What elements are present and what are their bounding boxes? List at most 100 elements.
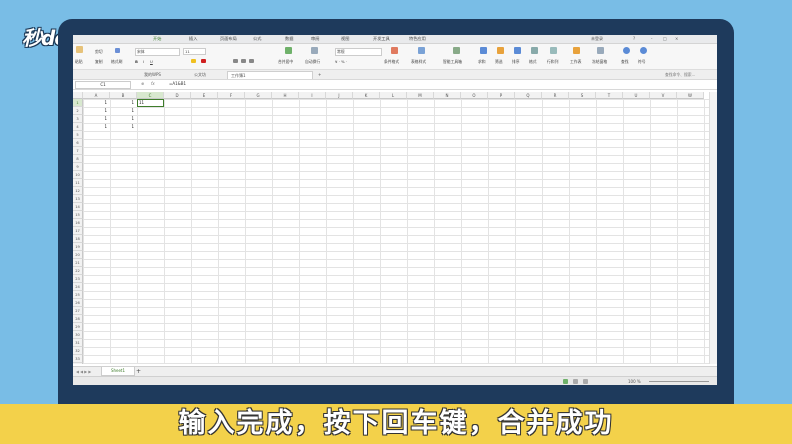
format-painter-icon[interactable] <box>115 48 120 53</box>
toolbox-button[interactable]: 智能工具箱 <box>443 59 462 65</box>
menu-item-8[interactable]: 特色应用 <box>409 36 426 42</box>
zoom-icon[interactable]: ⊕ <box>141 81 144 87</box>
conditional-format-icon[interactable] <box>391 47 398 54</box>
align-center-icon[interactable] <box>241 59 246 63</box>
symbol-button[interactable]: 符号 <box>638 59 646 65</box>
row-header-33[interactable]: 33 <box>73 355 83 363</box>
conditional-format-button[interactable]: 条件格式 <box>384 59 399 65</box>
row-header-9[interactable]: 9 <box>73 163 83 171</box>
column-header-W[interactable]: W <box>677 92 704 99</box>
row-header-2[interactable]: 2 <box>73 107 83 115</box>
sheet-tab-sheet1[interactable]: Sheet1 <box>101 367 135 376</box>
column-header-E[interactable]: E <box>191 92 218 99</box>
sort-button[interactable]: 排序 <box>512 59 520 65</box>
merge-center-button[interactable]: 合并居中 <box>278 59 293 65</box>
name-box[interactable]: C1 <box>75 81 131 89</box>
column-header-R[interactable]: R <box>542 92 569 99</box>
row-header-34[interactable]: 34 <box>73 363 83 364</box>
new-tab-button[interactable]: + <box>315 71 324 78</box>
zoom-slider[interactable] <box>649 381 709 382</box>
row-header-16[interactable]: 16 <box>73 219 83 227</box>
row-header-20[interactable]: 20 <box>73 251 83 259</box>
paste-button[interactable]: 粘贴 <box>75 59 83 65</box>
symbol-icon[interactable] <box>640 47 647 54</box>
row-header-4[interactable]: 4 <box>73 123 83 131</box>
column-header-C[interactable]: C <box>137 92 164 99</box>
sort-icon[interactable] <box>514 47 521 54</box>
column-header-T[interactable]: T <box>596 92 623 99</box>
row-header-3[interactable]: 3 <box>73 115 83 123</box>
worksheet-icon[interactable] <box>573 47 580 54</box>
row-header-12[interactable]: 12 <box>73 187 83 195</box>
bold-button[interactable]: B <box>135 59 138 64</box>
cell-B3[interactable]: 1 <box>110 115 134 123</box>
cell-A3[interactable]: 1 <box>83 115 107 123</box>
menu-item-6[interactable]: 视图 <box>341 36 349 42</box>
row-header-21[interactable]: 21 <box>73 259 83 267</box>
toolbox-icon[interactable] <box>453 47 460 54</box>
align-right-icon[interactable] <box>249 59 254 63</box>
row-header-13[interactable]: 13 <box>73 195 83 203</box>
font-size-select[interactable]: 11 <box>183 48 206 55</box>
tab-gongwenfang[interactable]: 公文坊 <box>191 71 209 78</box>
fx-icon[interactable]: fx <box>151 81 155 87</box>
format-icon[interactable] <box>531 47 538 54</box>
paste-icon[interactable] <box>76 46 83 53</box>
align-left-icon[interactable] <box>233 59 238 63</box>
percent-button[interactable]: ¥ · % · <box>335 59 347 64</box>
vertical-scrollbar[interactable] <box>709 92 717 364</box>
command-search-input[interactable]: 查找命令、搜索... <box>665 72 695 78</box>
sheet-nav-arrows[interactable]: ◀ ◀ ▶ ▶ <box>76 369 91 374</box>
row-header-5[interactable]: 5 <box>73 131 83 139</box>
column-header-H[interactable]: H <box>272 92 299 99</box>
row-header-6[interactable]: 6 <box>73 139 83 147</box>
tab-my-wps[interactable]: 我的WPS <box>141 71 164 78</box>
underline-button[interactable]: U <box>150 59 153 64</box>
row-header-30[interactable]: 30 <box>73 331 83 339</box>
row-header-18[interactable]: 18 <box>73 235 83 243</box>
copy-button[interactable]: 复制 <box>95 59 103 65</box>
page-layout-icon[interactable] <box>573 379 578 384</box>
page-break-icon[interactable] <box>583 379 588 384</box>
column-header-G[interactable]: G <box>245 92 272 99</box>
row-header-15[interactable]: 15 <box>73 211 83 219</box>
wrap-text-icon[interactable] <box>311 47 318 54</box>
menu-item-2[interactable]: 页面布局 <box>220 36 237 42</box>
column-header-J[interactable]: J <box>326 92 353 99</box>
row-header-26[interactable]: 26 <box>73 299 83 307</box>
menu-item-3[interactable]: 公式 <box>253 36 261 42</box>
format-painter-button[interactable]: 格式刷 <box>111 59 122 65</box>
row-header-10[interactable]: 10 <box>73 171 83 179</box>
find-button[interactable]: 查找 <box>621 59 629 65</box>
worksheet-button[interactable]: 工作表 <box>570 59 581 65</box>
column-header-L[interactable]: L <box>380 92 407 99</box>
menu-item-0[interactable]: 开始 <box>153 36 161 42</box>
row-header-14[interactable]: 14 <box>73 203 83 211</box>
window-control-4[interactable]: × <box>675 36 678 41</box>
cell-B4[interactable]: 1 <box>110 123 134 131</box>
row-header-23[interactable]: 23 <box>73 275 83 283</box>
row-col-icon[interactable] <box>550 47 557 54</box>
column-header-Q[interactable]: Q <box>515 92 542 99</box>
column-header-B[interactable]: B <box>110 92 137 99</box>
window-control-2[interactable]: - <box>651 36 652 41</box>
format-button[interactable]: 格式 <box>529 59 537 65</box>
row-header-29[interactable]: 29 <box>73 323 83 331</box>
filter-button[interactable]: 筛选 <box>495 59 503 65</box>
column-header-N[interactable]: N <box>434 92 461 99</box>
fill-color-icon[interactable] <box>191 59 196 63</box>
sum-button[interactable]: 求和 <box>478 59 486 65</box>
merge-center-icon[interactable] <box>285 47 292 54</box>
wrap-text-button[interactable]: 自动换行 <box>305 59 320 65</box>
add-sheet-button[interactable]: + <box>136 368 141 375</box>
formula-input[interactable]: =A1&B1 <box>169 81 186 87</box>
cell-B2[interactable]: 1 <box>110 107 134 115</box>
row-header-24[interactable]: 24 <box>73 283 83 291</box>
column-header-F[interactable]: F <box>218 92 245 99</box>
column-header-K[interactable]: K <box>353 92 380 99</box>
column-header-M[interactable]: M <box>407 92 434 99</box>
font-name-select[interactable]: 宋体 <box>135 48 180 56</box>
cell-A2[interactable]: 1 <box>83 107 107 115</box>
column-header-D[interactable]: D <box>164 92 191 99</box>
menu-item-1[interactable]: 插入 <box>189 36 197 42</box>
